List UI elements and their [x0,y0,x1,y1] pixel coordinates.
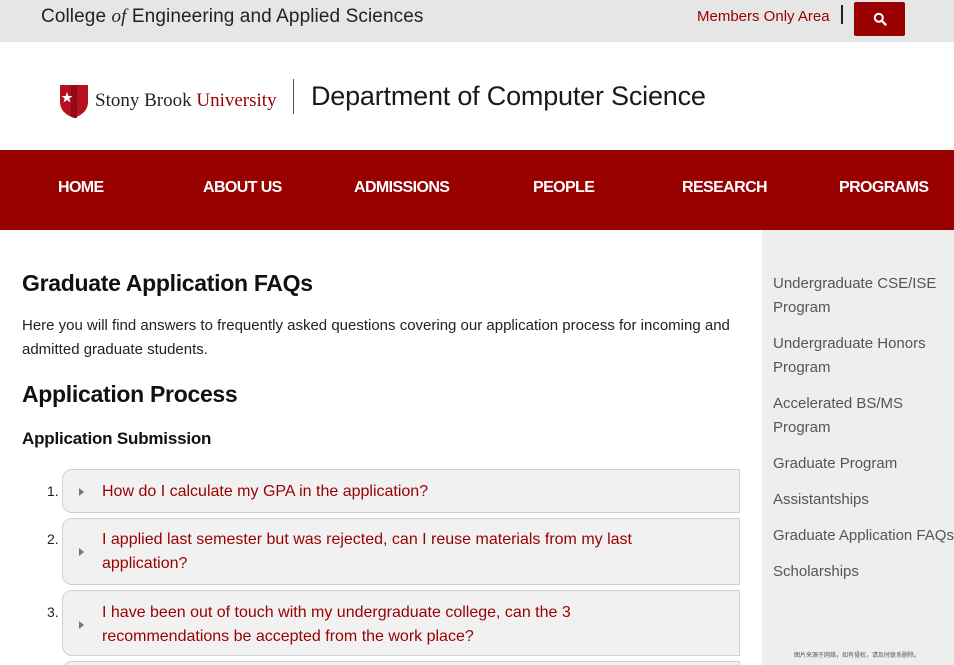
sidebar-link-assistantships[interactable]: Assistantships [773,488,869,512]
college-name[interactable]: College of Engineering and Applied Scien… [41,6,423,28]
search-button[interactable] [854,2,905,36]
nav-people[interactable]: PEOPLE [533,179,595,197]
sidebar-link-scholarships[interactable]: Scholarships [773,560,859,584]
university-wordmark[interactable]: Stony Brook University [95,90,277,112]
faq-number: 2. [47,531,59,547]
faq-question[interactable]: I have been out of touch with my undergr… [102,601,702,649]
faq-item[interactable]: I applied last semester but was rejected… [62,518,740,585]
search-icon [873,12,887,26]
sidebar-link-undergrad-honors[interactable]: Undergraduate Honors Program [773,332,953,380]
sidebar-link-undergrad-cse-ise[interactable]: Undergraduate CSE/ISE Program [773,272,953,320]
nav-home[interactable]: HOME [58,179,104,197]
sidebar-link-graduate-application-faqs[interactable]: Graduate Application FAQs [773,524,954,548]
university-wordmark-part1: Stony Brook [95,90,192,111]
subsection-title: Application Submission [22,429,212,448]
sidebar-link-graduate-program[interactable]: Graduate Program [773,452,897,476]
site-header: Stony Brook University Department of Com… [0,42,954,150]
star-shield-icon[interactable] [57,82,91,119]
caret-right-icon [79,548,84,556]
faq-item[interactable] [62,661,740,665]
main-nav: HOME ABOUT US ADMISSIONS PEOPLE RESEARCH… [0,150,954,230]
sidebar-link-accelerated-bs-ms[interactable]: Accelerated BS/MS Program [773,392,923,440]
nav-admissions[interactable]: ADMISSIONS [354,179,450,197]
university-wordmark-part2: University [196,90,277,111]
main-content: Graduate Application FAQs Here you will … [0,230,762,665]
college-name-of: of [111,6,127,27]
caret-right-icon [79,621,84,629]
college-name-suffix: Engineering and Applied Sciences [131,6,424,27]
top-bar: College of Engineering and Applied Scien… [0,0,954,42]
faq-question[interactable]: How do I calculate my GPA in the applica… [102,480,702,504]
faq-item[interactable]: How do I calculate my GPA in the applica… [62,469,740,513]
faq-question[interactable]: I applied last semester but was rejected… [102,528,702,576]
faq-number: 3. [47,604,59,620]
image-source-footnote: 图片来源于网络，如有侵权，请及时联系删除。 [794,653,921,659]
nav-about-us[interactable]: ABOUT US [203,179,282,197]
intro-text: Here you will find answers to frequently… [22,317,730,358]
faq-item[interactable]: I have been out of touch with my undergr… [62,590,740,656]
department-title[interactable]: Department of Computer Science [311,81,706,112]
header-divider [293,79,294,114]
page-title: Graduate Application FAQs [22,270,313,296]
nav-research[interactable]: RESEARCH [682,179,768,197]
section-title: Application Process [22,381,238,407]
members-only-link[interactable]: Members Only Area [697,8,830,25]
caret-right-icon [79,488,84,496]
top-divider [841,5,843,24]
college-name-prefix: College [41,6,107,27]
sidebar: Undergraduate CSE/ISE Program Undergradu… [762,230,954,665]
faq-number: 1. [47,483,59,499]
nav-programs[interactable]: PROGRAMS [839,179,929,197]
